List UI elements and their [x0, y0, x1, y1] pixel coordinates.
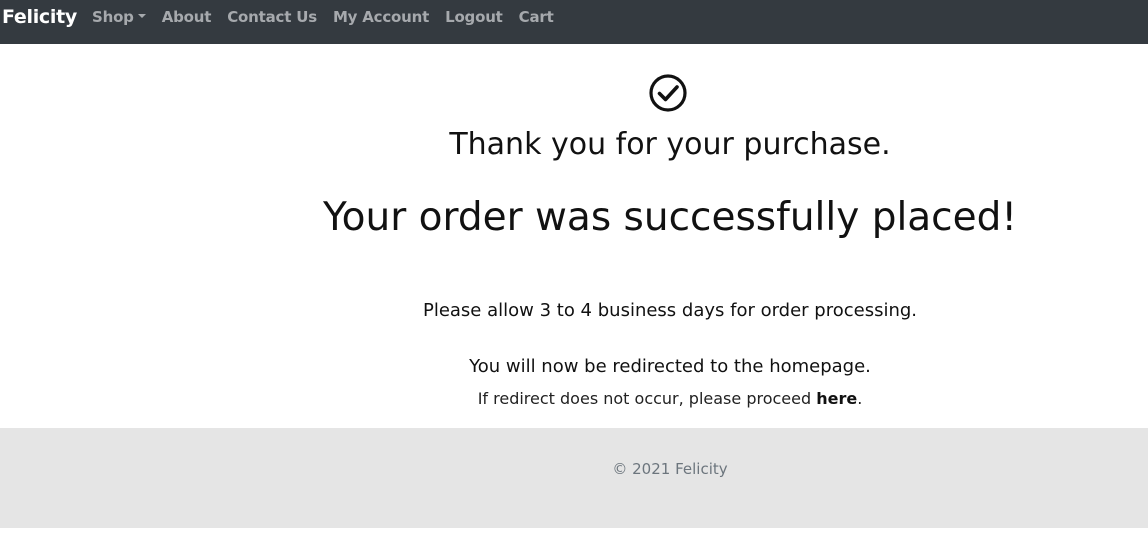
- nav-shop-dropdown[interactable]: Shop: [92, 8, 146, 26]
- proceed-suffix: .: [857, 389, 863, 408]
- processing-notice: Please allow 3 to 4 business days for or…: [422, 300, 918, 321]
- copyright-text: © 2021 Felicity: [612, 460, 728, 478]
- brand-logo[interactable]: Felicity: [2, 6, 77, 28]
- nav-my-account[interactable]: My Account: [333, 8, 429, 26]
- nav-links: Shop About Contact Us My Account Logout …: [92, 8, 554, 26]
- navbar: Felicity Shop About Contact Us My Accoun…: [0, 0, 1148, 44]
- redirect-notice: You will now be redirected to the homepa…: [469, 356, 871, 377]
- nav-shop-label: Shop: [92, 8, 134, 26]
- thank-you-heading: Thank you for your purchase.: [449, 127, 891, 162]
- proceed-here-link[interactable]: here: [816, 389, 857, 408]
- redirect-fallback: If redirect does not occur, please proce…: [192, 387, 1148, 411]
- nav-contact[interactable]: Contact Us: [227, 8, 317, 26]
- proceed-prefix: If redirect does not occur, please proce…: [477, 389, 817, 408]
- check-circle-icon: [649, 74, 687, 112]
- nav-about[interactable]: About: [162, 8, 212, 26]
- nav-cart[interactable]: Cart: [519, 8, 554, 26]
- order-confirmation: Thank you for your purchase. Your order …: [192, 44, 1148, 428]
- order-success-heading: Your order was successfully placed!: [322, 195, 1018, 240]
- chevron-down-icon: [137, 14, 146, 18]
- nav-logout[interactable]: Logout: [445, 8, 503, 26]
- footer: © 2021 Felicity: [0, 428, 1148, 528]
